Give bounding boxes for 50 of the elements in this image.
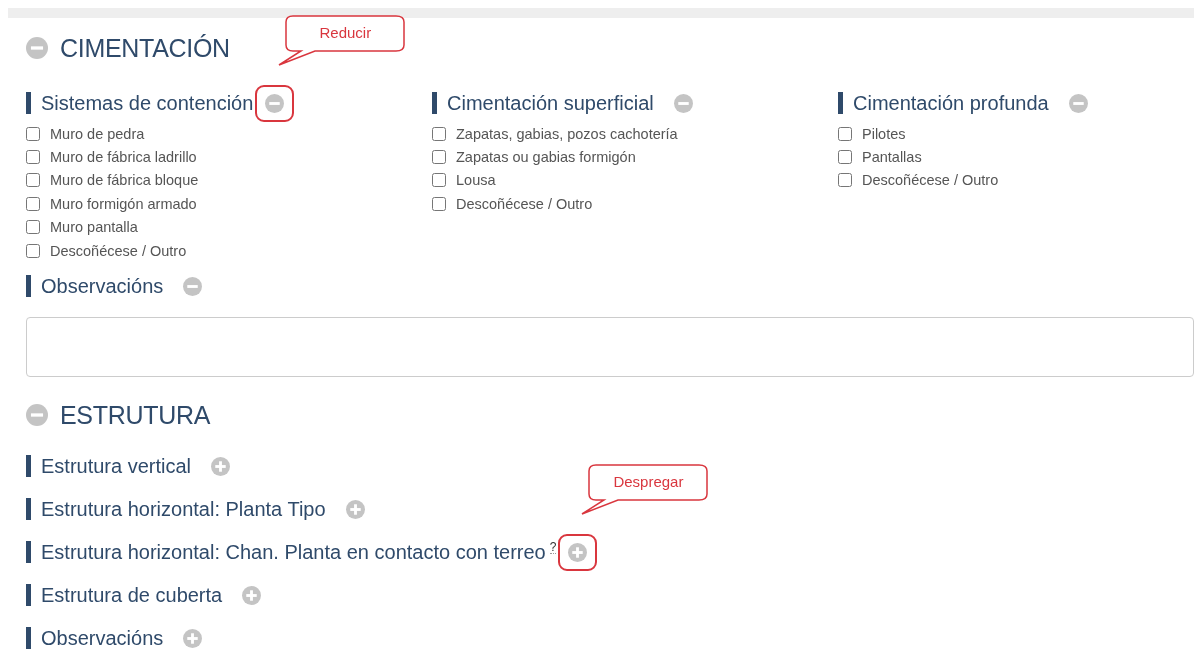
checkbox[interactable]: [26, 196, 40, 211]
checkbox[interactable]: [432, 196, 446, 211]
checkbox[interactable]: [838, 150, 852, 165]
option-label: Descoñécese / Outro: [50, 242, 187, 259]
option-label: Muro pantalla: [50, 219, 138, 236]
minus-icon: [673, 93, 693, 113]
option-label: Muro formigón armado: [50, 195, 197, 212]
checkbox[interactable]: [838, 126, 852, 141]
checkbox[interactable]: [432, 126, 446, 141]
option-label: Muro de fábrica bloque: [50, 172, 199, 189]
checkbox[interactable]: [432, 150, 446, 165]
option-label: Pilotes: [862, 125, 906, 142]
checkbox[interactable]: [26, 150, 40, 165]
group-heading: Estrutura vertical: [41, 454, 192, 478]
option-label: Descoñécese / Outro: [456, 195, 593, 212]
minus-icon: [26, 404, 48, 427]
option-label: Muro de pedra: [50, 125, 145, 142]
group-heading: Observacións: [41, 274, 164, 298]
section-heading: ESTRUTURA: [60, 400, 211, 430]
option-label: Zapatas ou gabias formigón: [456, 149, 636, 166]
plus-icon: [345, 499, 365, 519]
plus-icon: [183, 628, 203, 648]
plus-icon: [568, 542, 588, 562]
checkbox[interactable]: [432, 173, 446, 188]
minus-icon: [26, 37, 48, 59]
group-heading: Estrutura horizontal: Chan. Planta en contacto con terreo: [41, 540, 546, 564]
group-heading: Cimentación superficial: [447, 91, 654, 115]
option-label: Descoñécese / Outro: [862, 172, 999, 189]
checkbox[interactable]: [838, 173, 852, 188]
checkbox[interactable]: [26, 243, 40, 258]
group-heading: Estrutura horizontal: Planta Tipo: [41, 497, 326, 521]
group-heading: Estrutura de cuberta: [41, 583, 223, 607]
group-heading: Cimentación profunda: [853, 91, 1049, 115]
help-mark[interactable]: ?: [549, 541, 557, 555]
option-label: Muro de fábrica ladrillo: [50, 149, 197, 166]
minus-icon: [265, 93, 285, 113]
section-heading: CIMENTACIÓN: [60, 33, 230, 63]
notes-field[interactable]: [26, 317, 1194, 378]
option-label: Lousa: [456, 172, 496, 189]
group-heading: Sistemas de contención: [41, 91, 254, 115]
group-heading: Observacións: [41, 626, 164, 650]
checkbox[interactable]: [26, 126, 40, 141]
option-label: Zapatas, gabias, pozos cachotería: [456, 125, 678, 142]
minus-icon: [1068, 93, 1088, 113]
minus-icon: [183, 276, 203, 296]
checkbox[interactable]: [26, 220, 40, 235]
checkbox[interactable]: [26, 173, 40, 188]
plus-icon: [242, 585, 262, 605]
plus-icon: [211, 456, 231, 476]
option-label: Pantallas: [862, 149, 922, 166]
